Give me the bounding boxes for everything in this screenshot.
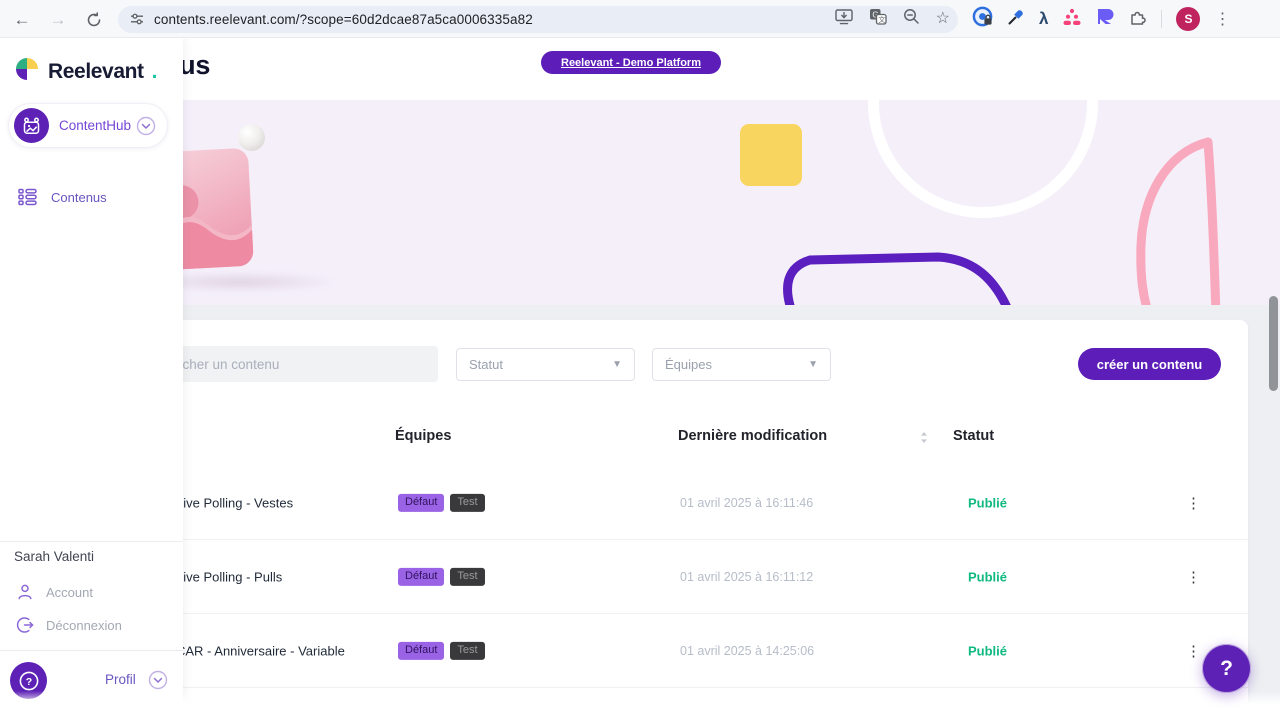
- row-menu-kebab-icon[interactable]: ⋮: [1186, 642, 1201, 660]
- team-badge-test: Test: [450, 493, 485, 512]
- sidebar-divider: [0, 650, 183, 651]
- svg-text:文: 文: [878, 15, 885, 24]
- status-filter-label: Statut: [469, 357, 503, 372]
- main-content: Contenus Reelevant - Demo Platform: [0, 38, 1280, 709]
- logo-dot: .: [151, 59, 158, 83]
- hero-banner: [0, 100, 1280, 305]
- sidebar-item-contenus[interactable]: Contenus: [0, 181, 183, 213]
- column-header-teams: Équipes: [395, 428, 452, 444]
- url-text: contents.reelevant.com/?scope=60d2dcae87…: [154, 11, 533, 27]
- purple-outline-shape: [778, 252, 1023, 305]
- content-name: CAR - Anniversaire - Variable: [176, 643, 345, 658]
- profile-label[interactable]: Profil: [105, 672, 136, 687]
- contents-card: Statut ▼ Équipes ▼ créer un contenu Équi…: [60, 320, 1248, 709]
- sidebar-divider: [0, 541, 183, 542]
- browser-toolbar: ← → contents.reelevant.com/?scope=60d2dc…: [0, 0, 1280, 38]
- last-modified-date: 01 avril 2025 à 16:11:46: [680, 495, 814, 510]
- content-name: Live Polling - Vestes: [176, 495, 294, 510]
- site-settings-icon[interactable]: [130, 12, 144, 26]
- logout-label: Déconnexion: [46, 617, 122, 633]
- sort-icon[interactable]: [920, 431, 928, 449]
- team-badges: Défaut Test: [398, 567, 485, 586]
- team-badges: Défaut Test: [398, 493, 485, 512]
- reelevant-logo-icon: [14, 56, 40, 87]
- chevron-down-icon[interactable]: [136, 116, 156, 136]
- sidebar-item-account[interactable]: Account: [0, 579, 183, 605]
- zoom-out-icon[interactable]: [903, 8, 920, 30]
- toolbar-divider: [1161, 10, 1163, 28]
- table-row[interactable]: Live Polling - Pulls Défaut Test 01 avri…: [60, 540, 1248, 614]
- last-modified-date: 01 avril 2025 à 14:25:06: [680, 643, 815, 658]
- white-ring-shape: [868, 100, 1098, 218]
- status-badge: Publié: [968, 495, 1008, 510]
- status-filter-select[interactable]: Statut ▼: [456, 348, 635, 381]
- scrollbar-thumb[interactable]: [1269, 296, 1278, 391]
- chevron-down-icon: ▼: [612, 359, 622, 370]
- extensions-area: λ S ⋮: [972, 0, 1230, 38]
- row-menu-kebab-icon[interactable]: ⋮: [1186, 494, 1201, 512]
- sidebar-item-logout[interactable]: Déconnexion: [0, 612, 183, 638]
- reload-button[interactable]: [82, 8, 106, 32]
- person-icon: [16, 583, 34, 601]
- content-name: Live Polling - Pulls: [176, 569, 283, 584]
- bookmark-star-icon[interactable]: ☆: [936, 11, 950, 27]
- team-badge-default: Défaut: [398, 567, 445, 586]
- demo-platform-banner-label: Reelevant - Demo Platform: [561, 56, 701, 69]
- table-header: Équipes Dernière modification Statut: [60, 428, 1248, 458]
- app-root: Contenus Reelevant - Demo Platform: [0, 0, 1280, 709]
- team-badge-default: Défaut: [398, 493, 445, 512]
- chevron-down-icon: ▼: [808, 359, 818, 370]
- reelevant-logo-text: Reelevant: [48, 59, 144, 83]
- user-name: Sarah Valenti: [14, 549, 95, 564]
- password-manager-icon[interactable]: [972, 6, 993, 32]
- translate-icon[interactable]: G文: [869, 8, 887, 30]
- teams-filter-select[interactable]: Équipes ▼: [652, 348, 831, 381]
- extensions-puzzle-icon[interactable]: [1129, 8, 1147, 31]
- list-icon: [18, 188, 37, 206]
- forward-button[interactable]: →: [46, 8, 70, 32]
- pink-dots-extension-icon[interactable]: [1062, 8, 1082, 31]
- status-badge: Publié: [968, 643, 1008, 658]
- team-badges: Défaut Test: [398, 641, 485, 660]
- reelevant-extension-icon[interactable]: [1096, 7, 1115, 31]
- reelevant-logo[interactable]: Reelevant.: [14, 56, 157, 87]
- teams-filter-label: Équipes: [665, 357, 712, 372]
- address-bar[interactable]: contents.reelevant.com/?scope=60d2dcae87…: [118, 5, 958, 33]
- back-button[interactable]: ←: [10, 8, 34, 32]
- chevron-down-icon[interactable]: [148, 670, 168, 690]
- status-badge: Publié: [968, 569, 1008, 584]
- table-row[interactable]: CAR - Anniversaire - Variable Défaut Tes…: [60, 614, 1248, 688]
- svg-text:?: ?: [25, 676, 31, 688]
- account-label: Account: [46, 584, 93, 600]
- sidebar-item-label: Contenus: [51, 189, 107, 205]
- help-floating-button[interactable]: ?: [1202, 644, 1251, 693]
- team-badge-test: Test: [450, 567, 485, 586]
- bottom-fade: [0, 691, 1280, 709]
- last-modified-date: 01 avril 2025 à 16:11:12: [680, 569, 814, 584]
- table-row[interactable]: Live Polling - Vestes Défaut Test 01 avr…: [60, 466, 1248, 540]
- yellow-square-shape: [740, 124, 802, 186]
- workspace-selector[interactable]: ContentHub: [8, 103, 168, 148]
- eyedropper-icon[interactable]: [1007, 8, 1025, 31]
- team-badge-default: Défaut: [398, 641, 445, 660]
- column-header-last-modified: Dernière modification: [678, 428, 828, 444]
- sphere-illustration: [238, 124, 265, 151]
- demo-platform-banner[interactable]: Reelevant - Demo Platform: [541, 51, 721, 74]
- column-header-status: Statut: [953, 428, 995, 444]
- lambda-extension-icon[interactable]: λ: [1039, 9, 1048, 29]
- sidebar: Reelevant. ContentHub Contenus Sarah Val…: [0, 38, 183, 709]
- profile-avatar[interactable]: S: [1176, 7, 1201, 31]
- install-app-icon[interactable]: [834, 8, 853, 30]
- create-content-button[interactable]: créer un contenu: [1078, 348, 1221, 380]
- logout-icon: [16, 616, 34, 634]
- pink-leaf-shape: [1126, 135, 1226, 305]
- app-header: Contenus Reelevant - Demo Platform: [0, 38, 1280, 100]
- team-badge-test: Test: [450, 641, 485, 660]
- browser-menu-kebab-icon[interactable]: ⋮: [1214, 9, 1230, 29]
- row-menu-kebab-icon[interactable]: ⋮: [1186, 568, 1201, 586]
- contenthub-icon: [14, 108, 49, 143]
- omnibox-actions: G文 ☆: [834, 6, 950, 33]
- workspace-label: ContentHub: [59, 118, 132, 133]
